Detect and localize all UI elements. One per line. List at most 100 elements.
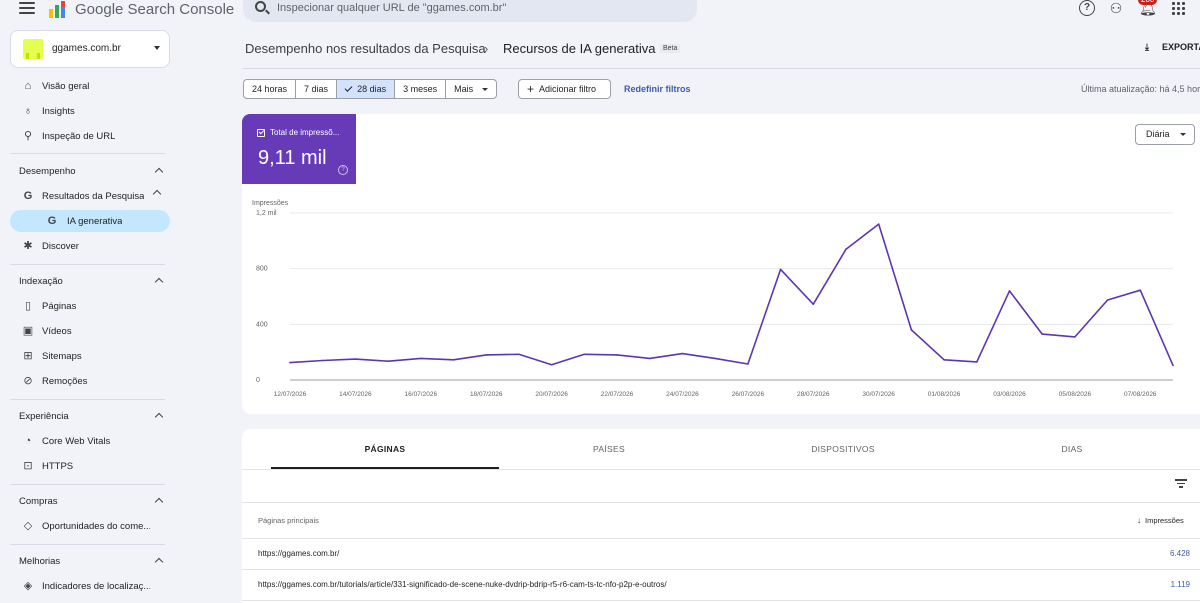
sidebar: ggames.com.br ⌂ Visão geral ♁ Insights ⚲…	[0, 22, 180, 603]
chip-28d[interactable]: 28 dias	[337, 80, 396, 98]
breadcrumb-performance[interactable]: Desempenho nos resultados da Pesquisa	[245, 41, 486, 56]
url-inspection-search[interactable]	[243, 0, 697, 22]
pages-icon: ▯	[24, 300, 32, 312]
data-point	[1139, 289, 1142, 292]
data-point	[714, 357, 716, 360]
apps-grid-icon[interactable]	[1170, 0, 1186, 16]
data-point	[485, 354, 488, 356]
sidebar-item-url-inspection[interactable]: ⚲ Inspeção de URL	[10, 125, 170, 147]
menu-icon[interactable]	[18, 0, 36, 16]
table-row-url[interactable]: https://ggames.com.br/	[258, 549, 339, 558]
chip-24h[interactable]: 24 horas	[244, 80, 297, 98]
help-icon[interactable]: ?	[1079, 0, 1095, 16]
sidebar-item-discover[interactable]: ✱ Discover	[10, 235, 170, 257]
chevron-up-icon[interactable]	[154, 167, 164, 177]
property-name: ggames.com.br	[52, 43, 121, 54]
chip-7d[interactable]: 7 dias	[296, 80, 338, 98]
data-point	[877, 223, 880, 225]
chevron-up-icon[interactable]	[154, 412, 164, 422]
results-table-card: PÁGINAS PAÍSES DISPOSITIVOS DIAS Páginas…	[242, 429, 1200, 603]
sidebar-item-videos[interactable]: ▣ Vídeos	[10, 320, 170, 342]
lightbulb-icon: ♁	[23, 105, 33, 117]
section-indexacao[interactable]: Indexação	[19, 276, 63, 287]
table-row-impressions: 1.119	[1170, 580, 1190, 589]
data-point	[518, 353, 520, 356]
chevron-up-icon[interactable]	[152, 189, 162, 199]
x-tick-label: 22/07/2026	[601, 391, 634, 398]
data-point	[321, 359, 324, 362]
divider	[242, 538, 1200, 539]
y-tick-label: 1,2 mil	[256, 210, 277, 217]
manage-users-icon[interactable]: ⚇	[1108, 0, 1124, 16]
y-axis-label: Impressões	[252, 200, 289, 207]
add-filter-button[interactable]: + Adicionar filtro	[518, 79, 611, 99]
data-point	[779, 268, 782, 271]
sidebar-item-removals[interactable]: ⊘ Remoções	[10, 370, 170, 392]
divider	[242, 68, 1200, 69]
section-compras[interactable]: Compras	[19, 496, 58, 507]
divider	[242, 569, 1200, 570]
property-selector[interactable]: ggames.com.br	[10, 30, 170, 68]
export-button[interactable]: ⤓EXPORTAR	[1145, 42, 1200, 53]
arrow-down-icon: ↓	[1137, 516, 1141, 525]
granularity-dropdown[interactable]: Diária	[1135, 124, 1195, 145]
speed-icon: ◔	[24, 435, 32, 447]
sidebar-item-merchant-opportunities[interactable]: ◇ Oportunidades do come...	[10, 515, 170, 537]
app-title: Google Search Console	[75, 1, 235, 18]
x-tick-label: 26/07/2026	[732, 391, 765, 398]
chevron-up-icon[interactable]	[154, 557, 164, 567]
sidebar-item-pages[interactable]: ▯ Páginas	[10, 295, 170, 317]
checkbox-checked-icon[interactable]	[257, 129, 265, 137]
data-point	[681, 352, 684, 355]
help-icon[interactable]: ?	[338, 165, 348, 175]
chevron-up-icon[interactable]	[154, 277, 164, 287]
x-tick-label: 14/07/2026	[339, 391, 372, 398]
reset-filters-link[interactable]: Redefinir filtros	[624, 84, 691, 94]
total-impressions-card[interactable]: Total de impressõ... 9,11 mil ?	[242, 114, 356, 184]
sidebar-item-core-web-vitals[interactable]: ◔ Core Web Vitals	[10, 430, 170, 452]
url-inspection-input[interactable]	[277, 0, 677, 16]
data-point	[910, 329, 913, 331]
x-tick-label: 16/07/2026	[405, 391, 438, 398]
section-melhorias[interactable]: Melhorias	[19, 556, 60, 567]
data-point	[1041, 333, 1043, 335]
sidebar-item-insights[interactable]: ♁ Insights	[10, 100, 170, 122]
search-icon	[255, 1, 266, 12]
column-header-impressions[interactable]: ↓ Impressões	[1137, 516, 1184, 525]
google-g-icon: G	[47, 215, 57, 227]
chip-3m[interactable]: 3 meses	[395, 80, 447, 98]
table-row-url[interactable]: https://ggames.com.br/tutorials/article/…	[258, 580, 667, 589]
asterisk-icon: ✱	[23, 240, 33, 252]
sidebar-item-overview[interactable]: ⌂ Visão geral	[10, 75, 170, 97]
breadcrumb-chevron-icon: ›	[484, 41, 489, 56]
impressions-line-chart: Impressões 0 400 800 1,2 mil 12/07/2026 14/07/…	[252, 200, 1174, 398]
check-icon	[344, 84, 353, 92]
search-icon: ⚲	[23, 130, 33, 142]
x-tick-label: 18/07/2026	[470, 391, 503, 398]
video-icon: ▣	[22, 325, 34, 337]
sidebar-item-location-indicators[interactable]: ◈ Indicadores de localizaç...	[10, 575, 170, 597]
sidebar-item-https[interactable]: ⊡ HTTPS	[10, 455, 170, 477]
last-update-text: Última atualização: há 4,5 horas	[1081, 84, 1200, 94]
filter-rows-icon[interactable]	[1175, 479, 1187, 488]
sidebar-item-sitemaps[interactable]: ⊞ Sitemaps	[10, 345, 170, 367]
tab-devices[interactable]: DISPOSITIVOS	[729, 429, 957, 469]
tab-countries[interactable]: PAÍSES	[495, 429, 723, 469]
data-point	[616, 354, 618, 356]
divider	[242, 469, 1200, 470]
x-tick-label: 20/07/2026	[535, 391, 568, 398]
tab-days[interactable]: DIAS	[958, 429, 1186, 469]
data-point	[943, 359, 945, 361]
sidebar-item-search-results[interactable]: G Resultados da Pesquisa	[10, 185, 170, 207]
y-tick-label: 0	[256, 377, 260, 384]
x-tick-label: 28/07/2026	[797, 391, 830, 398]
chip-more[interactable]: Mais	[446, 80, 496, 98]
data-point	[289, 361, 291, 364]
section-experiencia[interactable]: Experiência	[19, 411, 69, 422]
x-tick-label: 03/08/2026	[993, 391, 1026, 398]
sidebar-item-generative-ai[interactable]: G IA generativa	[10, 210, 170, 232]
chevron-up-icon[interactable]	[154, 497, 164, 507]
section-desempenho[interactable]: Desempenho	[19, 166, 76, 177]
data-point	[550, 363, 553, 366]
tab-pages[interactable]: PÁGINAS	[271, 429, 499, 469]
